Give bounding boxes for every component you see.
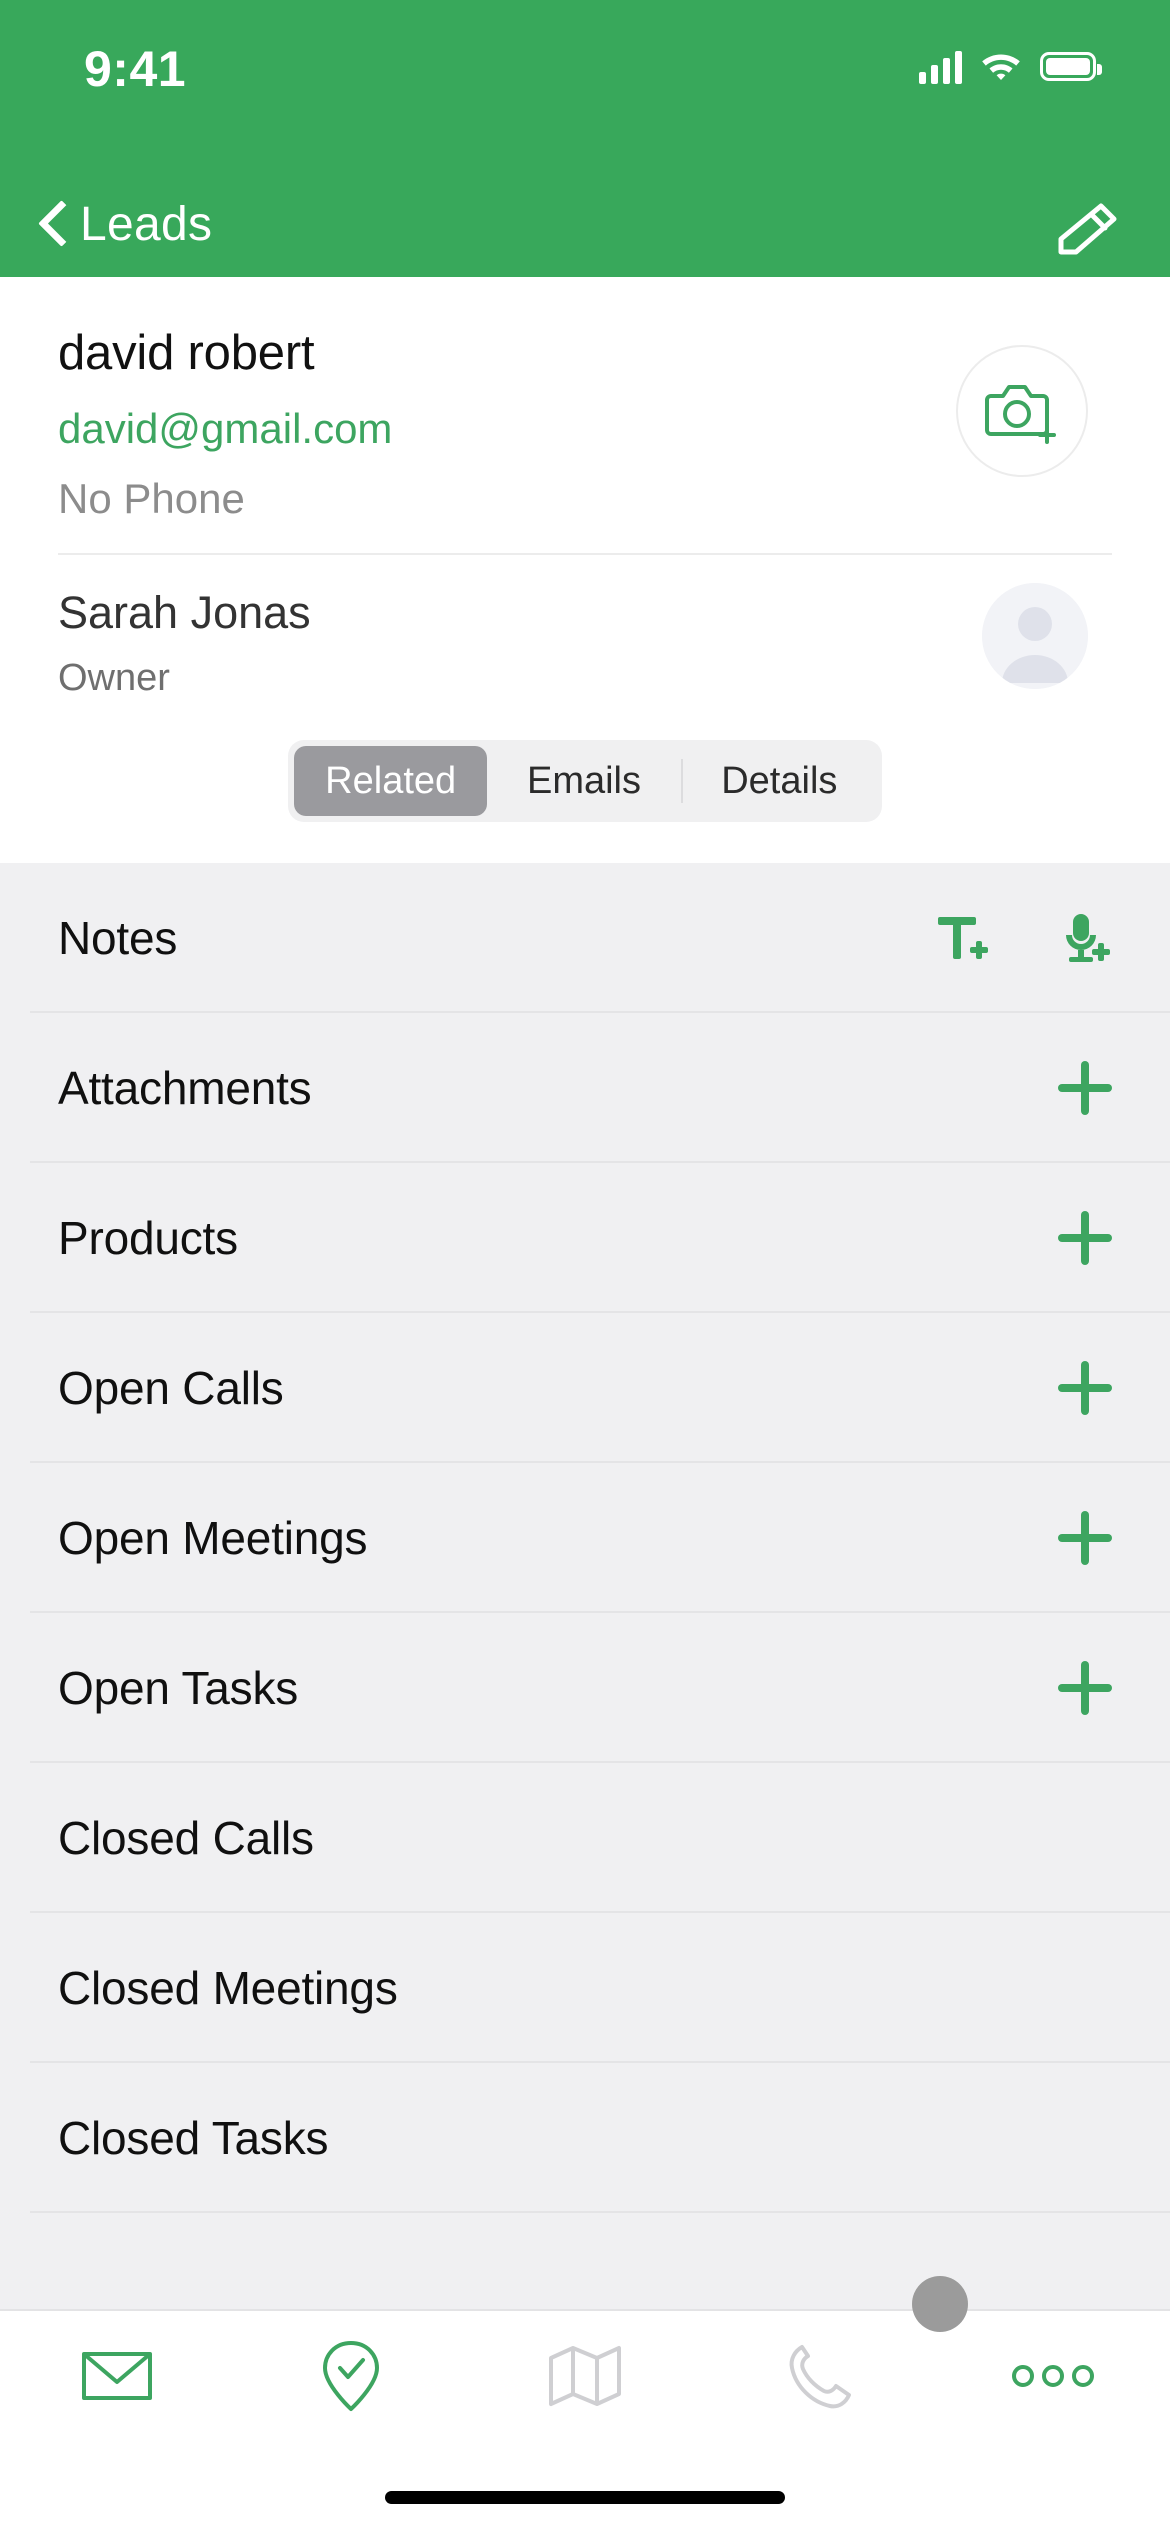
owner-role: Owner	[58, 657, 170, 699]
signal-bars-icon	[919, 50, 962, 84]
map-icon	[549, 2346, 621, 2406]
plus-icon	[1058, 1511, 1112, 1565]
row-actions	[1058, 1613, 1112, 1763]
plus-icon	[1058, 1361, 1112, 1415]
tab-details[interactable]: Details	[683, 746, 876, 816]
wifi-icon	[980, 48, 1022, 85]
contact-name: david robert	[58, 326, 315, 380]
tab-map[interactable]	[468, 2311, 702, 2441]
camera-add-icon	[985, 385, 1056, 444]
add-attachment-button[interactable]	[1058, 1061, 1112, 1115]
add-photo-button[interactable]	[956, 345, 1088, 477]
add-call-button[interactable]	[1058, 1361, 1112, 1415]
list-item-closed-calls[interactable]: Closed Calls	[0, 1763, 1170, 1913]
row-actions	[1058, 1163, 1112, 1313]
edit-button[interactable]	[1052, 198, 1122, 260]
pencil-edit-icon	[1058, 203, 1117, 255]
nav-bar: Leads	[0, 172, 1170, 277]
related-list: Notes Attachments Products Open Calls Op…	[0, 863, 1170, 2309]
list-item-label: Open Meetings	[58, 1512, 368, 1564]
list-item-label: Open Tasks	[58, 1662, 299, 1714]
add-meeting-button[interactable]	[1058, 1511, 1112, 1565]
owner-info[interactable]: Sarah Jonas Owner	[58, 587, 311, 700]
list-item-label: Products	[58, 1212, 238, 1264]
list-item-label: Closed Calls	[58, 1812, 314, 1864]
tab-related[interactable]: Related	[294, 746, 488, 816]
status-bar-indicators	[919, 48, 1102, 85]
row-actions	[1058, 1463, 1112, 1613]
plus-icon	[1058, 1211, 1112, 1265]
list-item-products[interactable]: Products	[0, 1163, 1170, 1313]
notes-actions	[932, 863, 1112, 1013]
list-item-notes[interactable]: Notes	[0, 863, 1170, 1013]
home-indicator	[385, 2491, 785, 2504]
phone-call-icon	[789, 2345, 851, 2409]
contact-header: david robert david@gmail.com No Phone Sa…	[0, 277, 1170, 863]
list-item-label: Open Calls	[58, 1362, 284, 1414]
tab-email[interactable]	[0, 2311, 234, 2441]
battery-icon	[1040, 52, 1102, 81]
owner-name: Sarah Jonas	[58, 587, 311, 638]
plus-icon	[1058, 1061, 1112, 1115]
scroll-indicator[interactable]	[912, 2276, 968, 2332]
list-item-label: Closed Tasks	[58, 2112, 329, 2164]
contact-email[interactable]: david@gmail.com	[58, 405, 392, 453]
row-separator	[30, 2211, 1170, 2213]
list-item-label: Closed Meetings	[58, 1962, 398, 2014]
plus-icon	[1058, 1661, 1112, 1715]
row-actions	[1058, 1313, 1112, 1463]
list-item-attachments[interactable]: Attachments	[0, 1013, 1170, 1163]
add-task-button[interactable]	[1058, 1661, 1112, 1715]
microphone-add-icon[interactable]	[1054, 909, 1112, 967]
tab-more[interactable]	[936, 2311, 1170, 2441]
more-dots-icon	[1012, 2365, 1094, 2387]
segmented-control: Related Emails Details	[288, 740, 882, 822]
list-item-label: Attachments	[58, 1062, 312, 1114]
list-item-open-tasks[interactable]: Open Tasks	[0, 1613, 1170, 1763]
person-avatar-icon	[982, 583, 1088, 689]
row-actions	[1058, 1013, 1112, 1163]
contact-info: david robert david@gmail.com No Phone	[58, 325, 392, 523]
avatar[interactable]	[982, 583, 1088, 689]
tab-emails[interactable]: Emails	[487, 746, 680, 816]
contact-phone: No Phone	[58, 475, 245, 522]
back-button[interactable]: Leads	[22, 172, 226, 277]
header-divider	[58, 553, 1112, 555]
bottom-tab-bar	[0, 2309, 1170, 2532]
list-item-open-calls[interactable]: Open Calls	[0, 1313, 1170, 1463]
check-in-pin-icon	[323, 2341, 379, 2411]
email-envelope-icon	[82, 2352, 152, 2400]
bottom-tab-items	[0, 2311, 1170, 2441]
tab-phone[interactable]	[702, 2311, 936, 2441]
status-bar: 9:41	[0, 0, 1170, 172]
list-item-closed-tasks[interactable]: Closed Tasks	[0, 2063, 1170, 2213]
list-item-label: Notes	[58, 912, 178, 964]
nav-title: Leads	[80, 198, 213, 251]
add-product-button[interactable]	[1058, 1211, 1112, 1265]
list-item-open-meetings[interactable]: Open Meetings	[0, 1463, 1170, 1613]
chevron-left-icon	[36, 200, 70, 250]
status-bar-time: 9:41	[84, 41, 187, 97]
app-screen: 9:41 Leads david robert david@gmail.com …	[0, 0, 1170, 2532]
list-item-closed-meetings[interactable]: Closed Meetings	[0, 1913, 1170, 2063]
tab-check-in[interactable]	[234, 2311, 468, 2441]
text-add-icon[interactable]	[932, 909, 990, 967]
